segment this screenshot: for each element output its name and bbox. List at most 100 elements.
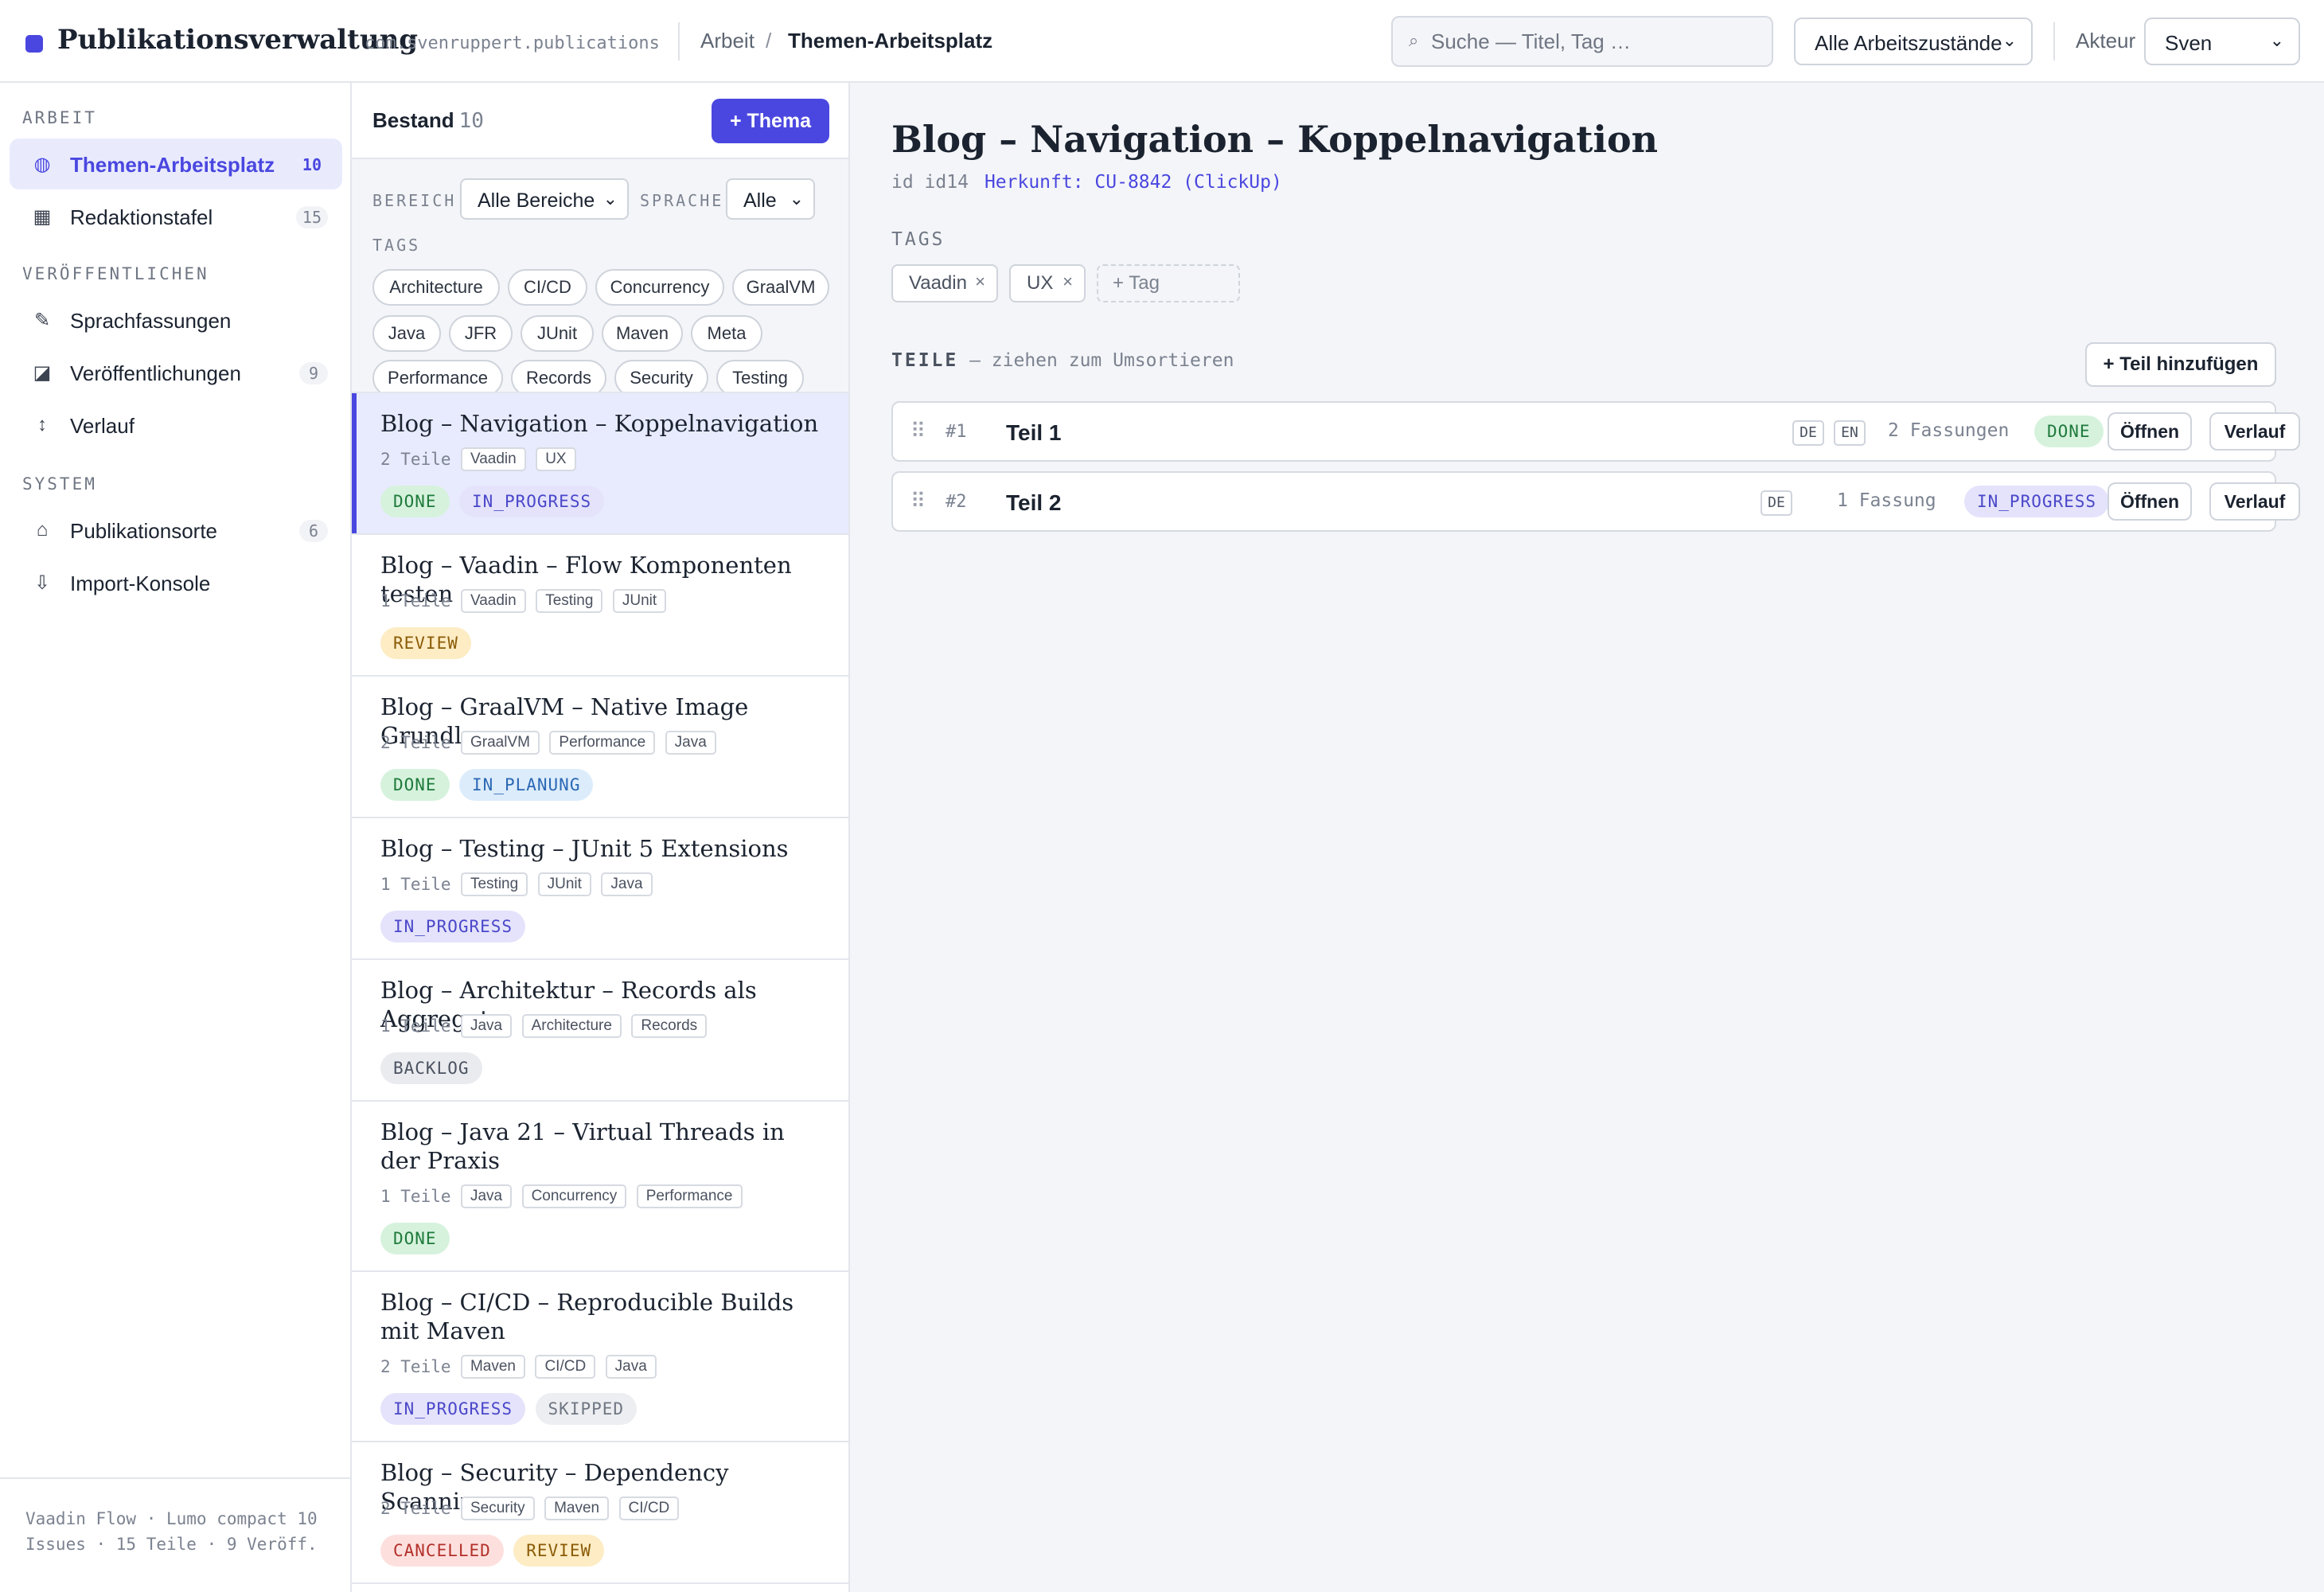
topic-tag: UX xyxy=(536,447,576,471)
breadcrumb-separator: / xyxy=(766,29,772,53)
detail-tag: UX × xyxy=(1009,264,1086,302)
state-filter-select[interactable]: Alle Arbeitszustände ⌄ xyxy=(1794,18,2033,65)
topic-meta: 1 Teile Testing JUnit Java xyxy=(380,872,659,898)
tag-filter-chip[interactable]: Records xyxy=(511,360,606,392)
topic-part-count: 2 Teile xyxy=(380,733,451,752)
sidebar-item-label: Verlauf xyxy=(70,414,135,438)
open-part-button[interactable]: Öffnen xyxy=(2108,482,2192,521)
sidebar-item-label: Import-Konsole xyxy=(70,572,211,595)
detail-tag: Vaadin × xyxy=(891,264,998,302)
detail-tag-label: UX xyxy=(1027,272,1054,294)
add-tag-input[interactable]: + Tag xyxy=(1097,264,1240,302)
sidebar-item-count: 10 xyxy=(302,155,322,174)
sidebar-item-label: Veröffentlichungen xyxy=(70,361,241,385)
detail-title: Blog – Navigation – Koppelnavigation xyxy=(891,118,1659,161)
topic-tag: GraalVM xyxy=(460,731,540,755)
topic-list-item[interactable]: Blog – GraalVM – Native Image Grundlagen… xyxy=(352,677,848,818)
topic-tag: JUnit xyxy=(537,872,591,896)
sidebar-item-redaktionstafel[interactable]: ▦ Redaktionstafel 15 xyxy=(10,191,342,242)
topic-part-count: 1 Teile xyxy=(380,1187,451,1206)
search-input[interactable] xyxy=(1431,25,1757,57)
header-divider xyxy=(2053,22,2055,60)
topic-list-item[interactable]: Blog – Architektur – Records als Aggrega… xyxy=(352,960,848,1102)
target-icon: ◍ xyxy=(33,154,51,175)
status-badge: IN_PLANUNG xyxy=(459,769,594,801)
part-history-button[interactable]: Verlauf xyxy=(2209,482,2300,521)
nav-section-arbeit: ARBEIT xyxy=(22,108,97,127)
sidebar-item-sprachfassungen[interactable]: ✎ Sprachfassungen xyxy=(10,295,342,345)
topic-meta: 1 Teile Java Architecture Records xyxy=(380,1014,713,1040)
topic-tag: Concurrency xyxy=(521,1184,627,1208)
parts-label: TEILE xyxy=(891,350,959,371)
remove-tag-icon[interactable]: × xyxy=(1063,264,1073,299)
tag-filter-chip[interactable]: Maven xyxy=(602,315,683,352)
open-part-button[interactable]: Öffnen xyxy=(2108,412,2192,451)
actor-select[interactable]: Sven ⌄ xyxy=(2144,18,2300,65)
tag-filter-chip[interactable]: JUnit xyxy=(521,315,594,352)
language-filter-select[interactable]: Alle ⌄ xyxy=(726,178,815,220)
tag-filter-chip[interactable]: Security xyxy=(614,360,708,392)
topic-statuses: CANCELLED REVIEW xyxy=(380,1535,610,1567)
part-name: Teil 2 xyxy=(1006,490,1062,515)
part-history-button[interactable]: Verlauf xyxy=(2209,412,2300,451)
topic-tag: Testing xyxy=(460,872,528,896)
drag-handle-icon[interactable]: ⠿ xyxy=(910,489,926,513)
add-part-button[interactable]: + Teil hinzufügen xyxy=(2085,342,2276,387)
topic-list-item[interactable]: Blog – Vaadin – Flow Komponenten testen … xyxy=(352,535,848,677)
top-header: Publikationsverwaltung com.svenruppert.p… xyxy=(0,0,2324,83)
tag-filter-chip[interactable]: Meta xyxy=(691,315,762,352)
home-icon: ⌂ xyxy=(36,519,49,540)
sidebar-item-label: Publikationsorte xyxy=(70,519,217,543)
topic-part-count: 1 Teile xyxy=(380,875,451,894)
part-row[interactable]: ⠿ #2 Teil 2 DE 1 Fassung IN_PROGRESS Öff… xyxy=(891,471,2300,532)
sidebar-item-publikationsorte[interactable]: ⌂ Publikationsorte 6 xyxy=(10,505,342,556)
detail-origin-link[interactable]: Herkunft: CU-8842 (ClickUp) xyxy=(985,172,1282,193)
search-icon: ⌕ xyxy=(1409,30,1419,50)
part-row[interactable]: ⠿ #1 Teil 1 DE EN 2 Fassungen DONE Öffne… xyxy=(891,401,2300,462)
topic-meta: 2 Teile Maven CI/CD Java xyxy=(380,1355,663,1380)
sidebar-item-import-konsole[interactable]: ⇩ Import-Konsole xyxy=(10,557,342,608)
topic-list-item-selected[interactable]: Blog – Navigation – Koppelnavigation 2 T… xyxy=(352,393,848,535)
topic-title: Blog – Navigation – Koppelnavigation xyxy=(380,410,819,437)
version-count: 2 Fassungen xyxy=(1888,420,2010,441)
language-badge: DE xyxy=(1761,490,1792,516)
sidebar-item-verlauf[interactable]: ↕ Verlauf xyxy=(10,400,342,451)
topic-tag: Java xyxy=(601,872,653,896)
topic-tag: Vaadin xyxy=(460,447,526,471)
topic-tag: Performance xyxy=(549,731,656,755)
status-badge: DONE xyxy=(380,486,450,517)
topic-list-item[interactable]: Blog – Testing – JUnit 5 Extensions 1 Te… xyxy=(352,818,848,960)
status-badge: IN_PROGRESS xyxy=(1964,486,2110,517)
search-box[interactable]: ⌕ xyxy=(1391,16,1773,67)
sidebar-item-count: 9 xyxy=(299,362,328,384)
breadcrumb-arbeit[interactable]: Arbeit xyxy=(700,29,755,53)
topic-list-item[interactable]: Blog – Java 21 – Virtual Threads in der … xyxy=(352,1102,848,1272)
topic-list-item[interactable]: Blog – Security – Dependency Scanning 2 … xyxy=(352,1442,848,1584)
tag-filter-chip[interactable]: Performance xyxy=(372,360,503,392)
drag-handle-icon[interactable]: ⠿ xyxy=(910,419,926,443)
tag-filter-chip[interactable]: JFR xyxy=(449,315,513,352)
topic-part-count: 2 Teile xyxy=(380,1499,451,1518)
status-badge: BACKLOG xyxy=(380,1052,482,1084)
tag-filter-chip[interactable]: Architecture xyxy=(372,269,500,306)
publish-icon: ◪ xyxy=(33,362,52,384)
parts-section-label: TEILE — ziehen zum Umsortieren xyxy=(891,350,1234,371)
tag-filter-chip[interactable]: GraalVM xyxy=(732,269,829,306)
topic-list-item[interactable]: Blog – CI/CD – Reproducible Builds mit M… xyxy=(352,1272,848,1442)
tag-filter-chip[interactable]: Concurrency xyxy=(595,269,724,306)
language-badge: DE xyxy=(1792,420,1824,446)
list-title: Bestand 10 xyxy=(372,108,484,133)
sidebar-item-label: Redaktionstafel xyxy=(70,205,213,229)
remove-tag-icon[interactable]: × xyxy=(975,264,985,299)
tag-filter-chip[interactable]: CI/CD xyxy=(508,269,587,306)
sidebar-item-count: 15 xyxy=(295,206,328,228)
sidebar-item-veroeffentlichungen[interactable]: ◪ Veröffentlichungen 9 xyxy=(10,347,342,398)
tag-filter-chip[interactable]: Testing xyxy=(716,360,804,392)
tag-filter-chip[interactable]: Java xyxy=(372,315,441,352)
detail-tag-label: Vaadin xyxy=(909,272,967,294)
add-topic-button[interactable]: + Thema xyxy=(712,99,829,143)
sidebar-item-themen-arbeitsplatz[interactable]: ◍ Themen-Arbeitsplatz 10 xyxy=(10,139,342,189)
status-badge: CANCELLED xyxy=(380,1535,504,1567)
footer-info: Vaadin Flow · Lumo compact 10 Issues · 1… xyxy=(25,1509,318,1554)
area-filter-select[interactable]: Alle Bereiche ⌄ xyxy=(460,178,629,220)
